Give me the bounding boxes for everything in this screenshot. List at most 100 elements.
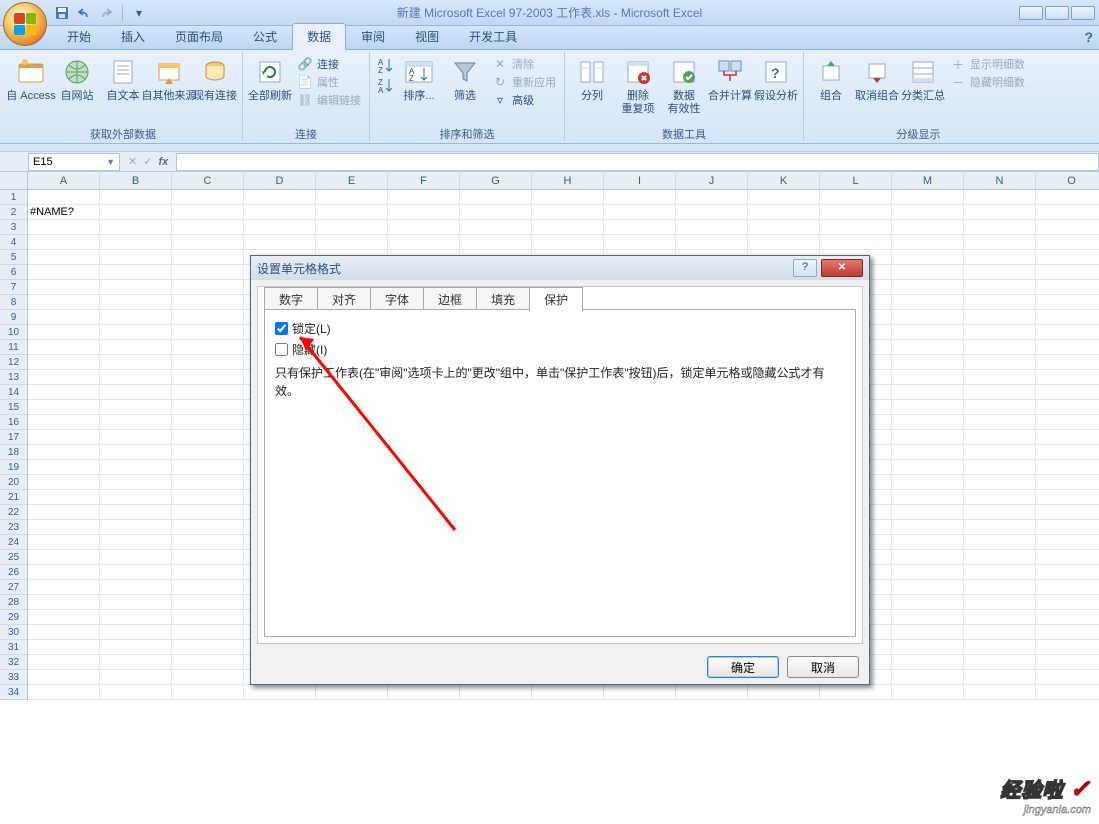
cell[interactable] [172, 580, 244, 595]
btn-from-access[interactable]: 自 Access [8, 54, 54, 105]
cell[interactable] [244, 235, 316, 250]
cell[interactable] [172, 220, 244, 235]
cell[interactable] [964, 280, 1036, 295]
enter-formula-icon[interactable]: ✓ [143, 155, 152, 168]
cell[interactable] [460, 205, 532, 220]
cell[interactable] [100, 310, 172, 325]
row-header[interactable]: 12 [0, 355, 27, 370]
cell[interactable] [100, 475, 172, 490]
cell[interactable] [100, 355, 172, 370]
cell[interactable] [316, 190, 388, 205]
cell[interactable] [820, 190, 892, 205]
cell[interactable] [28, 235, 100, 250]
cell[interactable] [964, 580, 1036, 595]
cell[interactable] [28, 325, 100, 340]
cell[interactable] [172, 355, 244, 370]
btn-what-if[interactable]: ?假设分析 [753, 54, 799, 105]
btn-subtotal[interactable]: 分类汇总 [900, 54, 946, 105]
cell[interactable] [172, 250, 244, 265]
cell[interactable] [388, 220, 460, 235]
cell[interactable] [100, 520, 172, 535]
col-header[interactable]: B [100, 172, 172, 189]
cell[interactable] [100, 670, 172, 685]
cell[interactable] [1036, 415, 1099, 430]
cell[interactable] [100, 565, 172, 580]
cell[interactable] [892, 625, 964, 640]
help-icon[interactable]: ? [1084, 29, 1093, 45]
cell[interactable] [892, 205, 964, 220]
col-header[interactable]: E [316, 172, 388, 189]
cell[interactable] [604, 190, 676, 205]
cell[interactable] [172, 415, 244, 430]
btn-ungroup[interactable]: 取消组合 [854, 54, 900, 105]
col-header[interactable]: L [820, 172, 892, 189]
cell[interactable] [172, 520, 244, 535]
cell[interactable] [892, 355, 964, 370]
cell[interactable] [892, 430, 964, 445]
cell[interactable] [100, 325, 172, 340]
cell[interactable] [532, 235, 604, 250]
cell[interactable] [892, 250, 964, 265]
tab-formulas[interactable]: 公式 [238, 23, 292, 49]
cell[interactable] [964, 595, 1036, 610]
cell[interactable] [892, 295, 964, 310]
dialog-title-bar[interactable]: 设置单元格格式 ? ✕ [251, 256, 869, 280]
cell[interactable] [28, 580, 100, 595]
checkbox-hidden-input[interactable] [275, 343, 288, 356]
cell[interactable] [964, 220, 1036, 235]
dialog-help-button[interactable]: ? [793, 259, 817, 277]
row-header[interactable]: 27 [0, 580, 27, 595]
col-header[interactable]: C [172, 172, 244, 189]
cell[interactable] [100, 460, 172, 475]
cell[interactable] [460, 190, 532, 205]
tab-page-layout[interactable]: 页面布局 [160, 23, 238, 49]
cell[interactable] [604, 205, 676, 220]
btn-from-text[interactable]: 自文本 [100, 54, 146, 105]
cell[interactable] [892, 520, 964, 535]
cell[interactable] [172, 610, 244, 625]
btn-sort-desc[interactable]: ZA [376, 76, 394, 94]
cell[interactable] [892, 670, 964, 685]
cell[interactable] [172, 235, 244, 250]
cell[interactable] [28, 295, 100, 310]
col-header[interactable]: O [1036, 172, 1099, 189]
row-header[interactable]: 2 [0, 205, 27, 220]
cell[interactable] [28, 415, 100, 430]
cell[interactable] [28, 550, 100, 565]
cell[interactable] [1036, 265, 1099, 280]
cell[interactable] [100, 385, 172, 400]
row-header[interactable]: 4 [0, 235, 27, 250]
cell[interactable] [964, 640, 1036, 655]
cell[interactable] [964, 625, 1036, 640]
cell[interactable] [172, 445, 244, 460]
cell[interactable] [676, 190, 748, 205]
cell[interactable] [1036, 550, 1099, 565]
cancel-button[interactable]: 取消 [787, 656, 859, 678]
btn-group[interactable]: 组合 [808, 54, 854, 105]
cell[interactable] [1036, 640, 1099, 655]
cell[interactable] [1036, 565, 1099, 580]
cell[interactable] [1036, 475, 1099, 490]
cell[interactable] [1036, 460, 1099, 475]
cell[interactable] [1036, 655, 1099, 670]
cell[interactable] [28, 640, 100, 655]
row-header[interactable]: 32 [0, 655, 27, 670]
cell[interactable] [676, 220, 748, 235]
row-header[interactable]: 18 [0, 445, 27, 460]
cell[interactable] [1036, 325, 1099, 340]
row-header[interactable]: 14 [0, 385, 27, 400]
col-header[interactable]: K [748, 172, 820, 189]
cell[interactable] [892, 235, 964, 250]
checkbox-locked-input[interactable] [275, 322, 288, 335]
cell[interactable] [100, 205, 172, 220]
cell[interactable] [892, 475, 964, 490]
cell[interactable] [460, 235, 532, 250]
cell[interactable] [892, 610, 964, 625]
cell[interactable] [892, 385, 964, 400]
dialog-close-button[interactable]: ✕ [821, 259, 863, 277]
cell[interactable] [28, 385, 100, 400]
cell[interactable] [100, 685, 172, 700]
cell[interactable] [28, 355, 100, 370]
cell[interactable] [100, 625, 172, 640]
formula-input[interactable] [176, 153, 1099, 171]
